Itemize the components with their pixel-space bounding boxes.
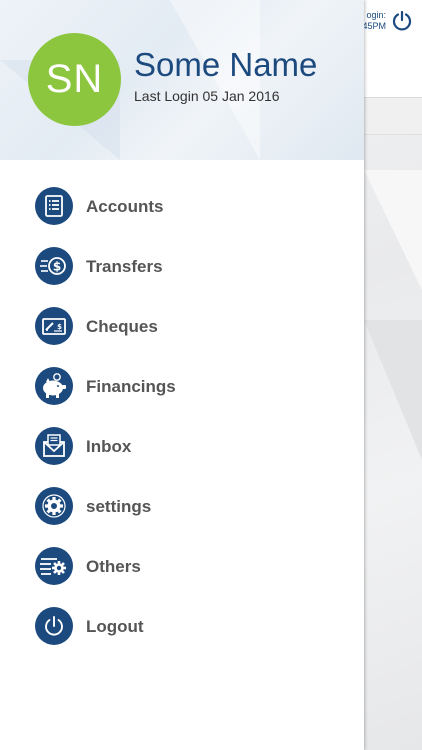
menu-item-label: Financings xyxy=(86,377,176,396)
background-power-button[interactable] xyxy=(391,10,413,32)
background-decoration xyxy=(364,320,422,460)
menu-item-label: Transfers xyxy=(86,257,163,276)
background-decoration xyxy=(364,170,422,290)
power-icon xyxy=(392,10,412,31)
svg-text:$: $ xyxy=(57,323,62,331)
menu-item-inbox[interactable]: Inbox xyxy=(0,416,364,476)
menu-item-others[interactable]: Others xyxy=(0,536,364,596)
svg-text:$: $ xyxy=(53,260,61,274)
menu-item-financings[interactable]: Financings xyxy=(0,356,364,416)
menu-item-logout[interactable]: Logout xyxy=(0,596,364,656)
user-name: Some Name xyxy=(134,46,318,83)
navigation-drawer: SN Some Name Last Login 05 Jan 2016 Acco… xyxy=(0,0,364,750)
last-login-text: Last Login 05 Jan 2016 xyxy=(134,88,280,104)
background-last-login-text: ogin: 45PM xyxy=(362,10,386,32)
menu-item-settings[interactable]: settings xyxy=(0,476,364,536)
others-gear-icon xyxy=(35,547,73,585)
transfer-dollar-icon: $ xyxy=(35,247,73,285)
menu-item-label: Others xyxy=(86,557,141,576)
menu-item-transfers[interactable]: $ Transfers xyxy=(0,236,364,296)
menu-item-label: settings xyxy=(86,497,152,516)
gear-icon xyxy=(35,487,73,525)
mail-icon xyxy=(35,427,73,465)
power-icon xyxy=(35,607,73,645)
piggy-bank-icon xyxy=(35,367,73,405)
background-login-line2: 45PM xyxy=(362,21,386,31)
menu-item-cheques[interactable]: $ Cheques xyxy=(0,296,364,356)
menu-item-label: Logout xyxy=(86,617,144,636)
drawer-header: SN Some Name Last Login 05 Jan 2016 xyxy=(0,0,364,160)
menu-item-label: Cheques xyxy=(86,317,158,336)
accounts-list-icon xyxy=(35,187,73,225)
menu-item-accounts[interactable]: Accounts xyxy=(0,176,364,236)
drawer-menu: Accounts $ Transfers $ Cheques Financing… xyxy=(0,176,364,656)
avatar[interactable]: SN xyxy=(28,33,121,126)
background-login-line1: ogin: xyxy=(366,10,386,20)
menu-item-label: Inbox xyxy=(86,437,132,456)
cheque-icon: $ xyxy=(35,307,73,345)
menu-item-label: Accounts xyxy=(86,197,164,216)
